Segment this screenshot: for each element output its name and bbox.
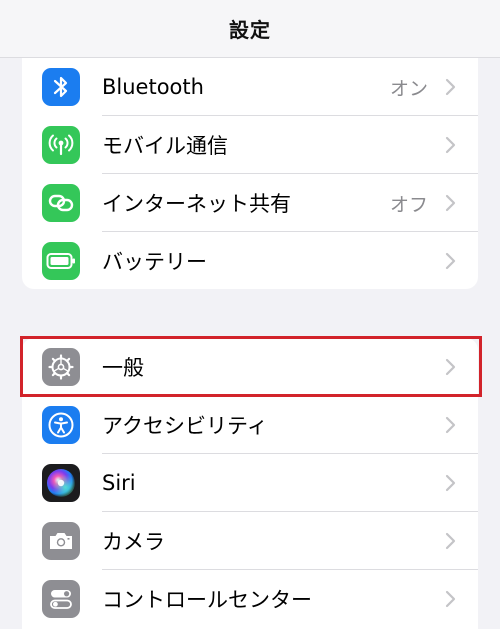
chevron-right-icon bbox=[445, 416, 456, 434]
chevron-right-icon bbox=[445, 136, 456, 154]
settings-row-camera[interactable]: カメラ bbox=[22, 512, 478, 570]
accessibility-icon bbox=[42, 406, 80, 444]
settings-row-bluetooth[interactable]: Bluetooth オン bbox=[22, 58, 478, 116]
settings-row-label: Siri bbox=[102, 471, 136, 495]
navigation-bar: 設定 bbox=[0, 0, 500, 58]
settings-row-label: コントロールセンター bbox=[102, 588, 312, 612]
settings-row-value: オン bbox=[389, 77, 428, 100]
link-chain-icon bbox=[42, 184, 80, 222]
settings-row-label: インターネット共有 bbox=[102, 192, 291, 216]
toggles-icon bbox=[42, 580, 80, 618]
settings-group-system: 一般 アクセシビリティ Siri カメラ コントロールセンター bbox=[22, 338, 478, 629]
settings-row-mobile-data[interactable]: モバイル通信 bbox=[22, 116, 478, 174]
chevron-right-icon bbox=[445, 78, 456, 96]
settings-row-label: バッテリー bbox=[102, 250, 207, 274]
settings-row-label: モバイル通信 bbox=[102, 134, 228, 158]
settings-row-label: Bluetooth bbox=[102, 75, 204, 99]
gear-icon bbox=[42, 348, 80, 386]
settings-row-accessibility[interactable]: アクセシビリティ bbox=[22, 396, 478, 454]
chevron-right-icon bbox=[445, 532, 456, 550]
settings-row-personal-hotspot[interactable]: インターネット共有 オフ bbox=[22, 174, 478, 232]
settings-row-label: 一般 bbox=[102, 356, 144, 380]
settings-row-siri[interactable]: Siri bbox=[22, 454, 478, 512]
page-title: 設定 bbox=[229, 18, 271, 42]
settings-row-value: オフ bbox=[389, 193, 428, 216]
bluetooth-icon bbox=[42, 68, 80, 106]
battery-icon bbox=[42, 242, 80, 280]
siri-icon bbox=[42, 464, 80, 502]
settings-group-connectivity: Bluetooth オン モバイル通信 インターネット共有 オフ バッテリー bbox=[22, 58, 478, 289]
camera-icon bbox=[42, 522, 80, 560]
antenna-icon bbox=[42, 126, 80, 164]
chevron-right-icon bbox=[445, 474, 456, 492]
chevron-right-icon bbox=[445, 194, 456, 212]
settings-row-label: カメラ bbox=[102, 530, 165, 554]
chevron-right-icon bbox=[445, 590, 456, 608]
settings-row-control-center[interactable]: コントロールセンター bbox=[22, 570, 478, 628]
chevron-right-icon bbox=[445, 252, 456, 270]
settings-row-battery[interactable]: バッテリー bbox=[22, 232, 478, 289]
settings-row-label: アクセシビリティ bbox=[102, 414, 268, 438]
chevron-right-icon bbox=[445, 358, 456, 376]
settings-row-general[interactable]: 一般 bbox=[22, 338, 478, 396]
